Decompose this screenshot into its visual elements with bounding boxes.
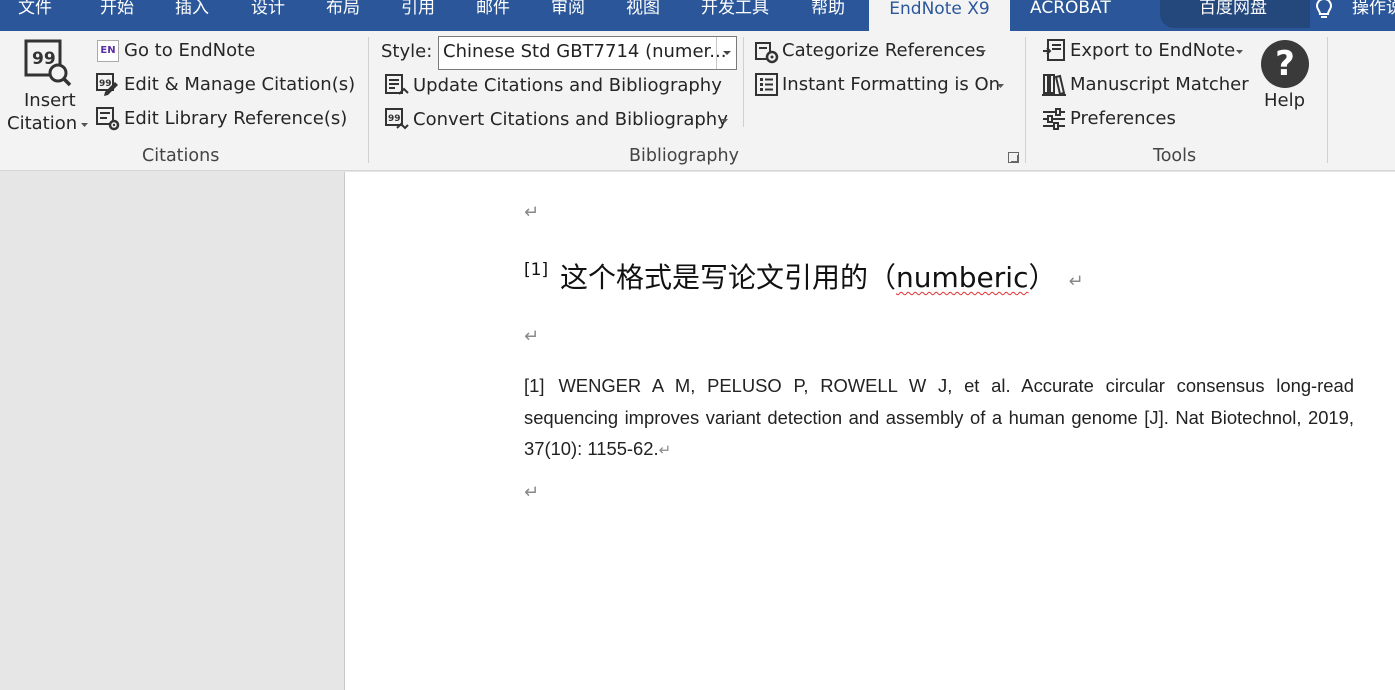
export-to-endnote-label: Export to EndNote [1070, 40, 1236, 61]
endnote-logo-icon: EN [97, 40, 119, 62]
tab-baidu-netdisk[interactable]: 百度网盘 [1199, 0, 1267, 31]
tab-insert[interactable]: 插入 [175, 0, 209, 31]
tools-group-label: Tools [1153, 146, 1197, 166]
manuscript-matcher-label: Manuscript Matcher [1070, 74, 1249, 95]
update-bibliography-icon [385, 74, 409, 95]
books-icon [1042, 74, 1066, 96]
document-left-margin [0, 172, 344, 690]
tab-references[interactable]: 引用 [401, 0, 435, 31]
edit-citation-icon: 99 [96, 73, 118, 96]
sliders-icon [1043, 108, 1065, 130]
tab-acrobat[interactable]: ACROBAT [1030, 0, 1111, 31]
categorize-references-label: Categorize References [782, 40, 985, 61]
tab-review[interactable]: 审阅 [551, 0, 585, 31]
paragraph-mark: ↵ [524, 202, 540, 223]
paragraph-mark: ↵ [524, 482, 540, 503]
tab-tell-me[interactable]: 操作说明 [1352, 0, 1395, 31]
chevron-down-icon [1236, 50, 1243, 54]
endnote-ribbon: 99 Insert Citation EN Go to EndNote 99 E… [0, 31, 1395, 171]
convert-citations-icon: 99 [385, 108, 409, 130]
reference-number: [1] [524, 375, 545, 396]
tab-file[interactable]: 文件 [18, 0, 52, 31]
citations-group-label: Citations [142, 146, 220, 166]
insert-citation-label-2: Citation [7, 113, 78, 134]
bibliography-dialog-launcher[interactable] [1008, 152, 1019, 163]
group-divider [368, 37, 369, 163]
tab-layout[interactable]: 布局 [326, 0, 360, 31]
edit-manage-citations-label: Edit & Manage Citation(s) [124, 74, 356, 95]
heading-text: 这个格式是写论文引用的（numberic） ↵ [560, 261, 1084, 294]
spelling-error-word: numberic [896, 261, 1029, 294]
insert-citation-label-1: Insert [24, 90, 76, 111]
go-to-endnote-label: Go to EndNote [124, 40, 256, 61]
instant-formatting-icon [755, 73, 778, 96]
chevron-down-icon [721, 119, 728, 123]
inner-divider [743, 37, 744, 127]
tab-help[interactable]: 帮助 [811, 0, 845, 31]
bibliography-group-label: Bibliography [629, 146, 739, 166]
tab-endnote[interactable]: EndNote X9 [869, 0, 1010, 31]
chevron-down-icon [81, 123, 88, 127]
preferences-label: Preferences [1070, 108, 1176, 129]
convert-citations-label: Convert Citations and Bibliography [413, 109, 728, 130]
chevron-down-icon [979, 50, 986, 54]
tab-home[interactable]: 开始 [100, 0, 134, 31]
update-citations-label: Update Citations and Bibliography [413, 75, 722, 96]
ribbon-tab-bar: 文件 开始 插入 设计 布局 引用 邮件 审阅 视图 开发工具 帮助 EndNo… [0, 0, 1395, 31]
style-dropdown-value: Chinese Std GBT7714 (numer... [443, 41, 727, 62]
style-label: Style: [381, 41, 433, 62]
library-settings-icon [96, 107, 120, 131]
export-icon [1043, 39, 1065, 61]
categorize-icon [755, 42, 779, 64]
insert-citation-icon: 99 [24, 39, 72, 87]
instant-formatting-label: Instant Formatting is On [782, 74, 1001, 95]
question-mark-icon: ? [1261, 40, 1309, 88]
group-divider [1327, 37, 1328, 163]
group-divider [1025, 37, 1026, 163]
tab-view[interactable]: 视图 [626, 0, 660, 31]
reference-text: WENGER A M, PELUSO P, ROWELL W J, et al.… [524, 375, 1354, 459]
style-dropdown-arrow[interactable] [716, 37, 736, 69]
help-label: Help [1264, 90, 1306, 111]
chevron-down-icon [997, 84, 1004, 88]
edit-library-reference-label: Edit Library Reference(s) [124, 108, 348, 129]
bibliography-entry[interactable]: [1] WENGER A M, PELUSO P, ROWELL W J, et … [524, 370, 1354, 467]
tab-mailings[interactable]: 邮件 [476, 0, 510, 31]
lightbulb-icon[interactable] [1314, 0, 1334, 21]
heading-citation-marker[interactable]: [1] [524, 260, 548, 280]
tab-developer[interactable]: 开发工具 [701, 0, 769, 31]
tab-design[interactable]: 设计 [251, 0, 285, 31]
style-dropdown[interactable]: Chinese Std GBT7714 (numer... [438, 36, 737, 70]
svg-text:99: 99 [388, 114, 401, 124]
paragraph-mark: ↵ [524, 326, 540, 347]
